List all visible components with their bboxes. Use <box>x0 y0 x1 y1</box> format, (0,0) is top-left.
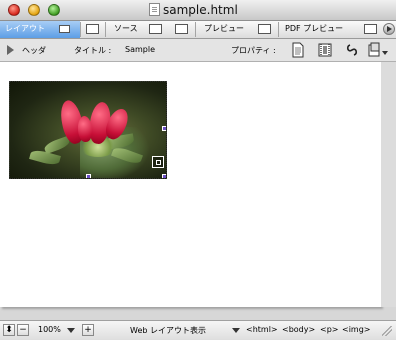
split-view-icon[interactable] <box>86 24 99 34</box>
insert-object-menu-icon[interactable] <box>368 42 388 58</box>
breadcrumb-tag[interactable]: <body> <box>282 325 315 334</box>
zoom-in-button[interactable]: + <box>82 324 94 336</box>
link-icon[interactable] <box>345 42 359 58</box>
zoom-window-button[interactable] <box>48 4 60 16</box>
pdf-icon <box>364 24 377 34</box>
status-bar: ⬍ − 100% + Web レイアウト表示 <html> <body> <p>… <box>0 320 396 340</box>
document-header-bar: ヘッダ タイトル : Sample プロパティ : <box>0 39 396 62</box>
title-bar: sample.html <box>0 0 396 21</box>
tab-layout-label: レイアウト <box>5 24 45 33</box>
preview-image-icon <box>258 24 271 34</box>
image-properties-icon[interactable] <box>152 156 164 168</box>
flower-image[interactable] <box>9 81 167 179</box>
leaf-shape <box>29 148 61 167</box>
header-section-label: ヘッダ <box>22 46 46 55</box>
title-label: タイトル : <box>74 46 112 55</box>
play-icon[interactable] <box>383 23 395 35</box>
resize-handle[interactable] <box>86 174 91 178</box>
tab-source[interactable]: ソース <box>106 21 194 38</box>
close-window-button[interactable] <box>8 4 20 16</box>
zoom-dropdown-icon[interactable] <box>67 328 75 333</box>
document-properties-icon[interactable] <box>291 42 305 58</box>
resize-grip-icon[interactable] <box>382 326 392 336</box>
stepper-icon[interactable]: ⬍ <box>3 324 15 336</box>
source-format-icon <box>175 24 188 34</box>
resize-handle[interactable] <box>162 126 166 131</box>
tab-preview-label: プレビュー <box>204 24 244 33</box>
view-tab-bar: レイアウト ソース プレビュー PDF プレビュー <box>0 21 396 39</box>
disclosure-triangle-icon[interactable] <box>7 45 14 55</box>
resize-handle[interactable] <box>162 174 166 178</box>
tab-layout[interactable]: レイアウト <box>0 21 80 38</box>
right-margin <box>381 62 396 307</box>
movie-icon[interactable] <box>318 42 332 58</box>
tab-divider <box>80 22 81 37</box>
properties-label: プロパティ : <box>231 46 276 55</box>
source-text-icon <box>149 24 162 34</box>
window-title: sample.html <box>163 3 238 17</box>
view-mode-select[interactable]: Web レイアウト表示 <box>130 325 206 336</box>
tab-pdf-preview[interactable]: PDF プレビュー <box>279 21 382 38</box>
breadcrumb-tag[interactable]: <html> <box>246 325 278 334</box>
minimize-window-button[interactable] <box>28 4 40 16</box>
document-icon <box>149 3 160 16</box>
zoom-out-button[interactable]: − <box>17 324 29 336</box>
tab-preview[interactable]: プレビュー <box>196 21 276 38</box>
tab-source-label: ソース <box>114 24 138 33</box>
breadcrumb-tag[interactable]: <img> <box>342 325 371 334</box>
view-mode-dropdown-icon[interactable] <box>232 328 240 333</box>
zoom-level[interactable]: 100% <box>38 325 61 334</box>
title-value[interactable]: Sample <box>125 45 155 54</box>
layout-view-icon <box>59 25 70 33</box>
tab-pdf-preview-label: PDF プレビュー <box>285 24 344 33</box>
breadcrumb-tag[interactable]: <p> <box>320 325 338 334</box>
